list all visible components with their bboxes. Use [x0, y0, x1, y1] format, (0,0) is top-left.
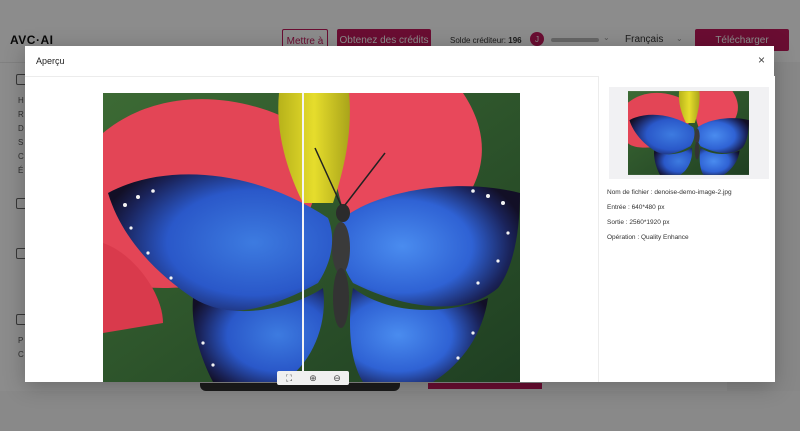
preview-modal: Aperçu × ⛶ ⊕ ⊖ Nom de fichier: denoise-… — [25, 46, 775, 385]
zoom-controls: ⛶ ⊕ ⊖ — [277, 371, 349, 385]
butterfly-image — [103, 93, 520, 382]
info-operation: Opération : Quality Enhance — [607, 234, 689, 241]
close-icon[interactable]: × — [758, 54, 765, 66]
comparison-viewer[interactable] — [103, 93, 520, 382]
info-filename: Nom de fichier : denoise-demo-image-2.jp… — [607, 189, 732, 196]
zoom-in-icon[interactable]: ⊕ — [306, 373, 320, 384]
fit-screen-icon[interactable]: ⛶ — [282, 373, 296, 384]
modal-title: Aperçu — [36, 56, 65, 66]
info-panel: Nom de fichier : denoise-demo-image-2.jp… — [598, 76, 775, 382]
info-output-size: Sortie : 2560*1920 px — [607, 219, 670, 226]
comparison-divider-handle[interactable] — [302, 93, 304, 382]
thumbnail-frame — [609, 87, 769, 179]
info-input-size: Entrée : 640*480 px — [607, 204, 665, 211]
thumbnail-image[interactable] — [628, 87, 749, 179]
modal-header: Aperçu × — [25, 46, 774, 77]
zoom-out-icon[interactable]: ⊖ — [330, 373, 344, 384]
